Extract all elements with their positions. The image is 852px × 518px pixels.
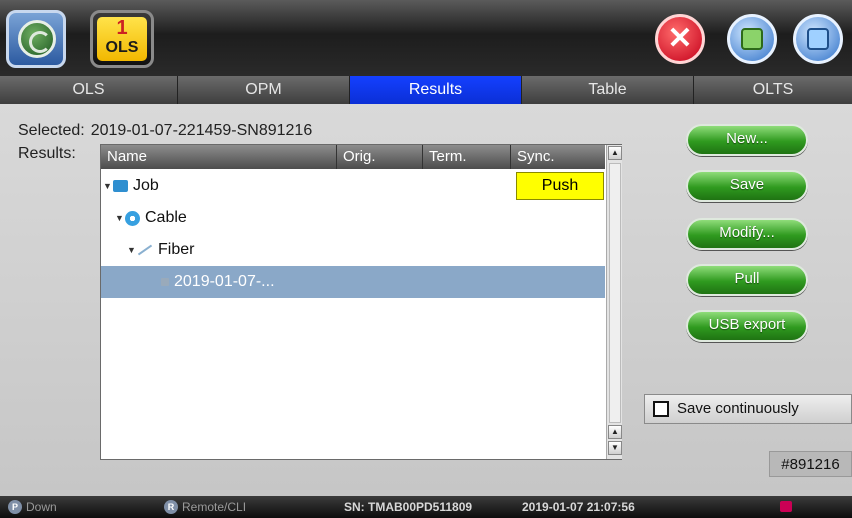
tree-header: Name Orig. Term. Sync. — [101, 145, 605, 169]
save-continuously-label: Save continuously — [677, 400, 799, 417]
ols-badge-label: OLS — [105, 39, 139, 56]
save-continuously-toggle[interactable]: Save continuously — [644, 394, 852, 424]
status-datetime: 2019-01-07 21:07:56 — [522, 500, 635, 514]
tree-row-label: Job — [133, 177, 159, 195]
fiber-icon — [137, 244, 153, 256]
chevron-down-icon[interactable]: ▼ — [115, 202, 125, 234]
tab-results[interactable]: Results — [350, 76, 522, 104]
scroll-up-icon[interactable]: ▲ — [608, 146, 622, 160]
sync-push-cell[interactable]: Push — [516, 172, 604, 200]
ols-mode-button[interactable]: 1 OLS — [90, 10, 154, 68]
tab-bar: OLS OPM Results Table OLTS — [0, 76, 852, 104]
status-serial: SN: TMAB00PD511809 — [344, 500, 473, 514]
ols-badge: 1 OLS — [97, 17, 147, 61]
column-sync[interactable]: Sync. — [511, 145, 605, 169]
home-button[interactable] — [6, 10, 66, 68]
close-button[interactable]: ✕ — [655, 14, 705, 64]
pull-button[interactable]: Pull — [686, 264, 808, 296]
share-button[interactable] — [727, 14, 777, 64]
tab-table[interactable]: Table — [522, 76, 694, 104]
p-status-icon: P — [8, 500, 22, 514]
usb-export-button[interactable]: USB export — [686, 310, 808, 342]
status-down: P Down — [8, 500, 57, 514]
file-icon — [161, 277, 169, 286]
cable-icon — [125, 210, 140, 226]
scroll-down-icon[interactable]: ▼ — [608, 441, 622, 455]
scroll-up-icon[interactable]: ▲ — [608, 425, 622, 439]
save-button[interactable]: Save — [686, 170, 808, 202]
column-name[interactable]: Name — [101, 145, 337, 169]
tree-row-fiber[interactable]: ▼ Fiber — [101, 234, 605, 266]
home-icon — [18, 20, 56, 58]
results-label: Results: — [18, 145, 76, 162]
tree-row-cable[interactable]: ▼ Cable — [101, 202, 605, 234]
selected-row: Selected: 2019-01-07-221459-SN891216 — [18, 122, 312, 140]
tree-scrollbar[interactable]: ▲ ▲ ▼ — [606, 145, 622, 459]
tab-opm[interactable]: OPM — [178, 76, 350, 104]
scroll-thumb[interactable] — [609, 163, 621, 423]
tree-row-label: Cable — [145, 209, 187, 227]
new-button[interactable]: New... — [686, 124, 808, 156]
job-icon — [113, 180, 128, 192]
tree-row-label: Fiber — [158, 241, 195, 259]
results-panel: Selected: 2019-01-07-221459-SN891216 Resu… — [0, 104, 852, 496]
status-remote: R Remote/CLI — [164, 500, 246, 514]
modify-button[interactable]: Modify... — [686, 218, 808, 250]
close-icon: ✕ — [667, 22, 693, 55]
status-remote-label: Remote/CLI — [182, 500, 247, 514]
column-orig[interactable]: Orig. — [337, 145, 423, 169]
column-term[interactable]: Term. — [423, 145, 511, 169]
tab-ols[interactable]: OLS — [0, 76, 178, 104]
battery-icon — [780, 501, 792, 512]
serial-tag: #891216 — [769, 451, 852, 477]
status-bar: P Down R Remote/CLI SN: TMAB00PD511809 201… — [0, 496, 852, 518]
top-toolbar: 1 OLS ✕ — [0, 0, 852, 76]
tree-row-label: 2019-01-07-... — [174, 273, 275, 290]
save-icon — [807, 28, 829, 50]
r-status-icon: R — [164, 500, 178, 514]
save-file-button[interactable] — [793, 14, 843, 64]
chevron-down-icon[interactable]: ▼ — [127, 234, 137, 266]
status-down-label: Down — [26, 500, 57, 514]
save-continuously-checkbox[interactable] — [653, 401, 669, 417]
ols-badge-number: 1 — [116, 17, 128, 39]
chevron-down-icon[interactable]: ▼ — [103, 170, 113, 202]
tab-olts[interactable]: OLTS — [694, 76, 852, 104]
results-tree[interactable]: Name Orig. Term. Sync. ▼ Job Push ▼ Cable … — [100, 144, 622, 460]
selected-label: Selected: — [18, 122, 85, 139]
share-icon — [741, 28, 763, 50]
selected-value: 2019-01-07-221459-SN891216 — [90, 122, 313, 139]
tree-row-result[interactable]: 2019-01-07-... — [101, 266, 605, 298]
